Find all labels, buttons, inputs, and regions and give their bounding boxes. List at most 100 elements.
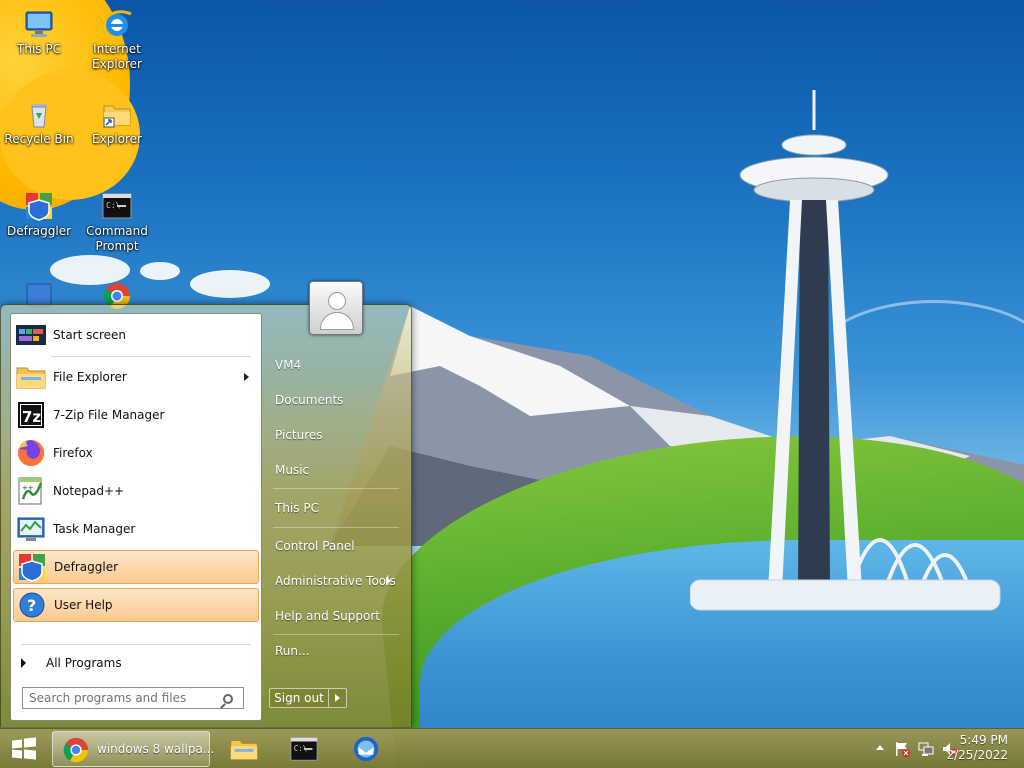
- menu-separator: [21, 644, 251, 645]
- start-item-label: Defraggler: [54, 560, 119, 574]
- all-programs-button[interactable]: All Programs: [13, 652, 259, 674]
- desktop-icon-explorer[interactable]: Explorer: [79, 98, 155, 147]
- defraggler-icon: [16, 551, 48, 583]
- desktop-icon-label: Defraggler: [6, 224, 72, 238]
- desktop-icon-defraggler[interactable]: Defraggler: [1, 190, 77, 239]
- start-item-label: Task Manager: [53, 522, 136, 536]
- user-avatar-head: [328, 292, 346, 310]
- 7zip-icon-text: 7z: [22, 408, 41, 426]
- submenu-arrow-icon: [386, 577, 391, 585]
- network-icon[interactable]: [918, 741, 934, 760]
- desktop-icon-this-pc[interactable]: This PC: [1, 8, 77, 57]
- start-link-label: Documents: [275, 393, 344, 407]
- action-center-flag-icon[interactable]: [894, 741, 910, 760]
- 7zip-icon: 7z: [15, 399, 47, 431]
- start-link-documents[interactable]: Documents: [267, 385, 405, 415]
- start-item-firefox[interactable]: Firefox: [13, 436, 259, 470]
- taskbar-chrome-label: windows 8 wallpa...: [97, 742, 215, 756]
- desktop-icon-command-prompt[interactable]: C:\ Command Prompt: [79, 190, 155, 254]
- thunderbird-icon: [350, 734, 382, 767]
- folder-shortcut-icon: [101, 98, 133, 130]
- defraggler-icon: [23, 190, 55, 222]
- desktop-icon-label: Internet Explorer: [92, 42, 142, 71]
- taskbar-clock[interactable]: 5:49 PM 2/25/2022: [946, 733, 1008, 763]
- search-programs-input[interactable]: [22, 687, 244, 709]
- internet-explorer-icon: [101, 8, 133, 40]
- desktop-icon-label: Command Prompt: [86, 224, 148, 253]
- folder-icon: [15, 361, 47, 393]
- firefox-icon: [15, 437, 47, 469]
- menu-separator: [273, 488, 399, 489]
- recycle-bin-icon: [23, 98, 55, 130]
- menu-separator: [273, 527, 399, 528]
- start-link-help-and-support[interactable]: Help and Support: [267, 601, 405, 631]
- start-item-label: Firefox: [53, 446, 93, 460]
- desktop-icon-label: Explorer: [92, 132, 142, 146]
- taskbar-file-explorer-button[interactable]: [222, 731, 266, 767]
- system-tray: 5:49 PM 2/25/2022: [844, 729, 1024, 768]
- chrome-icon: [61, 735, 91, 768]
- user-avatar-body: [320, 312, 354, 330]
- start-button[interactable]: [0, 729, 50, 768]
- start-link-label: Help and Support: [275, 609, 380, 623]
- start-link-control-panel[interactable]: Control Panel: [267, 531, 405, 561]
- wallpaper-cloud: [140, 262, 180, 280]
- space-needle-illustration: [690, 90, 1001, 611]
- all-programs-label: All Programs: [46, 656, 122, 670]
- start-link-label: Pictures: [275, 428, 323, 442]
- start-link-administrative-tools[interactable]: Administrative Tools: [267, 566, 405, 596]
- windows-logo-icon: [12, 737, 36, 760]
- start-item-user-help[interactable]: ? User Help: [13, 588, 259, 622]
- start-item-defraggler[interactable]: Defraggler: [13, 550, 259, 584]
- start-link-label: This PC: [275, 501, 319, 515]
- desktop-icon-recycle-bin[interactable]: Recycle Bin: [1, 98, 77, 147]
- start-item-7zip[interactable]: 7z 7-Zip File Manager: [13, 398, 259, 432]
- desktop-icon-internet-explorer[interactable]: Internet Explorer: [79, 8, 155, 72]
- taskbar-command-prompt-button[interactable]: C:\: [282, 731, 326, 767]
- signout-group: Sign out: [269, 688, 347, 708]
- sign-out-options-button[interactable]: [329, 688, 347, 708]
- clock-time: 5:49 PM: [959, 733, 1008, 747]
- user-avatar[interactable]: [309, 281, 363, 335]
- taskbar: windows 8 wallpa... C:\ 5:49 PM 2/25/202…: [0, 728, 1024, 768]
- sign-out-button[interactable]: Sign out: [269, 688, 329, 708]
- task-manager-icon: [15, 513, 47, 545]
- start-link-this-pc[interactable]: This PC: [267, 493, 405, 523]
- help-icon: ?: [16, 589, 48, 621]
- start-link-music[interactable]: Music: [267, 455, 405, 485]
- start-item-notepad-plus-plus[interactable]: ++ Notepad++: [13, 474, 259, 508]
- start-item-start-screen[interactable]: Start screen: [13, 318, 259, 352]
- start-link-label: Administrative Tools: [275, 574, 396, 588]
- start-menu: Start screen File Explorer 7z 7-Zip File…: [0, 304, 412, 728]
- taskbar-thunderbird-button[interactable]: [344, 731, 388, 767]
- start-link-label: Run...: [275, 644, 310, 658]
- command-prompt-icon: C:\: [288, 734, 320, 767]
- start-link-label: Music: [275, 463, 310, 477]
- taskbar-chrome-button[interactable]: windows 8 wallpa...: [52, 731, 214, 768]
- clock-date: 2/25/2022: [946, 748, 1008, 762]
- start-item-file-explorer[interactable]: File Explorer: [13, 360, 259, 394]
- desktop-icon-label: This PC: [17, 42, 61, 56]
- start-link-run[interactable]: Run...: [267, 636, 405, 666]
- start-link-label: VM4: [275, 358, 302, 372]
- submenu-arrow-icon: [244, 373, 249, 381]
- folder-icon: [228, 734, 260, 767]
- start-link-label: Control Panel: [275, 539, 355, 553]
- start-link-user-folder[interactable]: VM4: [267, 350, 405, 380]
- search-icon[interactable]: [223, 694, 233, 704]
- desktop-icon-label: Recycle Bin: [4, 132, 74, 146]
- computer-icon: [23, 8, 55, 40]
- svg-text:?: ?: [27, 596, 36, 615]
- svg-text:++: ++: [22, 484, 34, 492]
- start-item-task-manager[interactable]: Task Manager: [13, 512, 259, 546]
- start-item-label: File Explorer: [53, 370, 127, 384]
- start-link-pictures[interactable]: Pictures: [267, 420, 405, 450]
- menu-separator: [51, 356, 251, 357]
- notepad-plus-plus-icon: ++: [15, 475, 47, 507]
- show-hidden-icons-icon[interactable]: [876, 745, 884, 750]
- wallpaper-cloud: [190, 270, 270, 298]
- start-menu-programs-pane: Start screen File Explorer 7z 7-Zip File…: [10, 313, 262, 721]
- start-item-label: Start screen: [53, 328, 127, 342]
- start-item-label: User Help: [54, 598, 113, 612]
- command-prompt-icon: C:\: [101, 190, 133, 222]
